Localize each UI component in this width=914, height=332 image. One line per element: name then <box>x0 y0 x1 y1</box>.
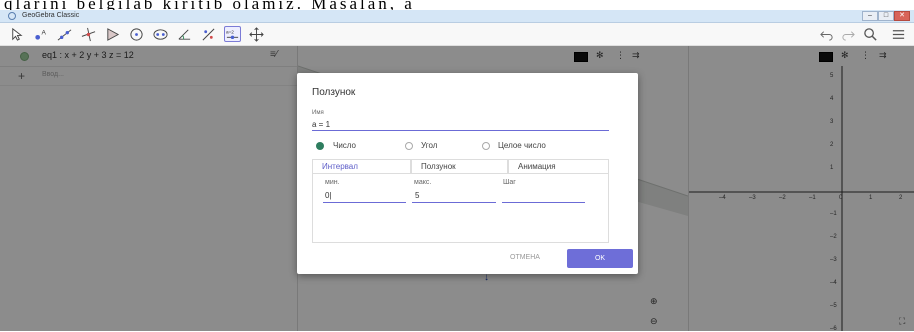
line-tool-icon[interactable] <box>56 26 73 42</box>
reflect-tool-icon[interactable] <box>200 26 217 42</box>
point-tool-icon[interactable]: A <box>32 26 49 42</box>
window-titlebar: GeoGebra Classic – □ ✕ <box>0 10 914 23</box>
angle-tool-icon[interactable] <box>176 26 193 42</box>
ellipse-tool-icon[interactable] <box>152 26 169 42</box>
move-tool-icon[interactable] <box>8 26 25 42</box>
svg-text:A: A <box>41 29 46 36</box>
dialog-title: Ползунок <box>312 87 356 98</box>
name-label: Имя <box>312 110 324 116</box>
slider-tool-icon[interactable]: a=2 <box>224 26 241 42</box>
maximize-button[interactable]: □ <box>878 11 894 21</box>
geogebra-icon <box>8 12 16 20</box>
tab-animation[interactable]: Анимация <box>508 159 609 174</box>
max-input[interactable]: 5 <box>415 191 419 200</box>
min-input[interactable]: 0| <box>325 191 332 200</box>
name-input-underline <box>312 130 609 131</box>
cancel-button[interactable]: ОТМЕНА <box>510 254 540 261</box>
step-label: Шаг <box>503 179 516 186</box>
minimize-button[interactable]: – <box>862 11 878 21</box>
polygon-tool-icon[interactable] <box>104 26 121 42</box>
tab-content <box>312 173 609 243</box>
radio-angle[interactable] <box>405 142 413 150</box>
tab-interval[interactable]: Интервал <box>312 159 411 174</box>
close-button[interactable]: ✕ <box>894 11 910 21</box>
ok-button[interactable]: OK <box>567 249 633 268</box>
toolbar: A a=2 <box>0 23 914 46</box>
undo-icon[interactable] <box>818 26 835 42</box>
search-icon[interactable] <box>862 26 879 42</box>
radio-number-label[interactable]: Число <box>333 141 356 150</box>
max-underline <box>412 202 496 203</box>
slider-dialog: Ползунок Имя a = 1 Число Угол Целое числ… <box>297 73 638 274</box>
radio-angle-label[interactable]: Угол <box>421 141 437 150</box>
radio-integer-label[interactable]: Целое число <box>498 141 546 150</box>
perpendicular-tool-icon[interactable] <box>80 26 97 42</box>
min-underline <box>323 202 406 203</box>
menu-icon[interactable] <box>890 26 907 42</box>
circle-tool-icon[interactable] <box>128 26 145 42</box>
name-input[interactable]: a = 1 <box>312 120 330 129</box>
window-title: GeoGebra Classic <box>22 12 80 19</box>
max-label: макс. <box>414 179 432 186</box>
min-label: мин. <box>325 179 340 186</box>
radio-integer[interactable] <box>482 142 490 150</box>
tab-slider[interactable]: Ползунок <box>411 159 508 174</box>
step-underline <box>502 202 585 203</box>
move-view-tool-icon[interactable] <box>248 26 265 42</box>
slider-tool-text: a=2 <box>226 29 234 34</box>
radio-number[interactable] <box>316 142 324 150</box>
redo-icon[interactable] <box>840 26 857 42</box>
